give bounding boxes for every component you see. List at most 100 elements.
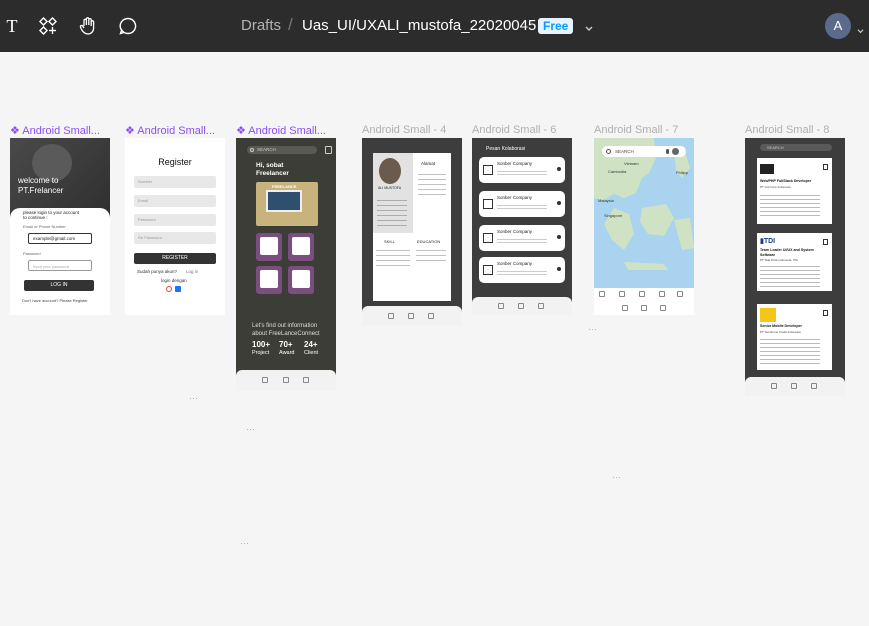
message-preview [497,169,547,177]
nav-home-icon[interactable] [283,377,289,383]
frame-label-2[interactable]: ❖ Android Small... [125,124,221,137]
nav-swap-icon[interactable] [498,303,504,309]
job-card[interactable]: Senior Mobile Developer PT Sumitomo Kred… [757,304,832,370]
bookmark-icon[interactable] [823,310,828,316]
frame-messages[interactable]: Pesan Kolaborasi Sonber Company Sonber C… [472,138,572,315]
frame-map[interactable]: SEARCH Vietnam Cambodia Philipp Malaysia… [594,138,694,315]
nav-profile-icon[interactable] [428,313,434,319]
connection-handle[interactable]: ··· [588,324,597,334]
menu-project[interactable] [256,266,282,294]
nav-profile-icon[interactable] [538,303,544,309]
job-company: PT Sumitomo Kredit Indonesia [760,330,801,334]
menu-messages[interactable] [288,266,314,294]
nav-swap-icon[interactable] [771,383,777,389]
number-field[interactable]: Number [134,176,216,188]
menu-bookmark[interactable] [288,233,314,261]
nav-swap-icon[interactable] [262,377,268,383]
avatar[interactable] [672,148,679,155]
frame-label-4[interactable]: Android Small - 4 [362,124,446,136]
text-tool-icon[interactable]: T [0,14,24,38]
frame-jobs[interactable]: SEARCH Web/PHP FullStack Developer PT Gr… [745,138,845,396]
register-button[interactable]: REGISTER [134,253,216,264]
login-button[interactable]: LOG IN [24,280,94,291]
nav-home-icon[interactable] [408,313,414,319]
frame-profile[interactable]: ALI MUSTOFA Alamat SKILL EDUCATION [362,138,462,326]
connection-handle[interactable]: ··· [189,393,198,403]
info-icon[interactable] [557,235,561,239]
hand-tool-icon[interactable] [76,14,100,38]
nav-home-icon[interactable] [518,303,524,309]
connection-handle[interactable]: ··· [240,538,249,548]
register-hint[interactable]: Don't have account? Please Register [22,298,88,303]
job-card[interactable]: ▮TDI Team Leader UI/UX and System Softwa… [757,233,832,291]
logout-icon[interactable] [325,146,332,154]
menu-location[interactable] [256,233,282,261]
message-preview [497,269,547,277]
map-place-malaysia: Malaysia [598,198,614,203]
bottom-nav [472,297,572,315]
map-search-text: SEARCH [615,149,634,154]
info-icon[interactable] [557,267,561,271]
menu-grid [254,233,316,294]
frame-login[interactable]: welcome to PT.Frelancer please login to … [10,138,110,315]
nav-profile-icon[interactable] [811,383,817,389]
avatar[interactable]: A [825,13,851,39]
components-tool-icon[interactable] [36,14,60,38]
mic-icon[interactable] [666,149,669,154]
frame-register[interactable]: Register Number Email Password Re Passwo… [125,138,225,315]
nav-swap-icon[interactable] [622,305,628,311]
file-menu-chevron-icon[interactable] [584,20,594,38]
nav-profile-icon[interactable] [660,305,666,311]
company-name: Sonber Company [497,195,533,200]
contribute-icon[interactable] [659,291,665,297]
google-icon[interactable] [166,286,172,292]
message-card[interactable]: Sonber Company [479,257,565,283]
filter-icon[interactable] [639,291,645,297]
frame-label-3[interactable]: ❖ Android Small... [236,124,334,137]
login-link[interactable]: Log in [186,269,198,274]
breadcrumb-drafts[interactable]: Drafts [241,17,281,34]
company-name: Sonber Company [497,261,533,266]
nav-home-icon[interactable] [791,383,797,389]
bottom-nav [745,377,845,396]
file-name[interactable]: Uas_UI/UXALI_mustofa_22020045 [302,17,536,34]
updates-icon[interactable] [677,291,683,297]
message-card[interactable]: Sonber Company [479,157,565,183]
frame-label-8[interactable]: Android Small - 8 [745,124,829,136]
search-icon [606,149,611,154]
nav-profile-icon[interactable] [303,377,309,383]
frame-label-6[interactable]: Android Small - 6 [472,124,556,136]
job-card[interactable]: Web/PHP FullStack Developer PT Grit Core… [757,158,832,224]
password-field[interactable]: Input your password [28,260,92,271]
account-chevron-icon[interactable] [856,22,865,40]
facebook-icon[interactable] [175,286,181,292]
company-logo [760,308,776,322]
stat-value-awards: 70+ [279,340,293,349]
email-field[interactable]: example@gmail.com [28,233,92,244]
email-field[interactable]: Email [134,195,216,207]
design-canvas[interactable]: ❖ Android Small... ❖ Android Small... ❖ … [0,52,869,626]
password-label: Password [23,251,41,256]
nav-swap-icon[interactable] [388,313,394,319]
message-card[interactable]: Sonber Company [479,191,565,217]
email-label: Email or Phone Number [23,224,66,229]
saved-icon[interactable] [619,291,625,297]
connection-handle[interactable]: ··· [246,424,255,434]
bookmark-icon[interactable] [823,164,828,170]
frame-home[interactable]: SEARCH Hi, sobat Freelancer FREELANCE Le… [236,138,336,391]
repassword-field[interactable]: Re Password [134,232,216,244]
explore-icon[interactable] [599,291,605,297]
company-icon [483,265,493,275]
greeting: Hi, sobat Freelancer [256,162,289,177]
education-heading: EDUCATION [417,239,441,244]
bookmark-icon[interactable] [823,239,828,245]
frame-label-1[interactable]: ❖ Android Small... [10,124,108,137]
info-icon[interactable] [557,201,561,205]
frame-label-7[interactable]: Android Small - 7 [594,124,678,136]
connection-handle[interactable]: ··· [612,472,621,482]
message-card[interactable]: Sonber Company [479,225,565,251]
comment-tool-icon[interactable] [116,14,140,38]
info-icon[interactable] [557,167,561,171]
nav-home-icon[interactable] [641,305,647,311]
password-field[interactable]: Password [134,214,216,226]
